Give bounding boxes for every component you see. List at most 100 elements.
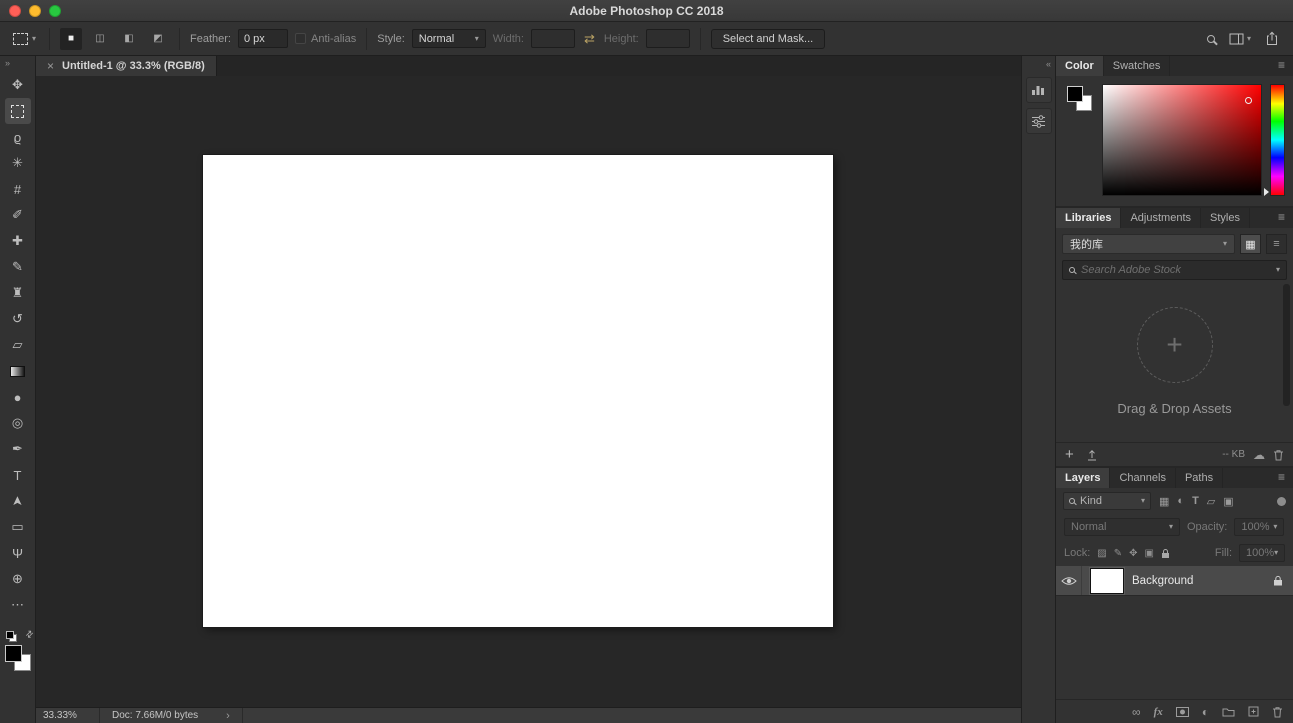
panel-menu-icon[interactable]: ≡ — [1270, 468, 1293, 488]
layer-filtering-toggle[interactable] — [1277, 496, 1286, 506]
filter-smart-objects-icon[interactable]: ▣ — [1223, 495, 1233, 508]
quick-selection-tool[interactable]: ✳ — [5, 150, 31, 176]
path-selection-tool[interactable]: ➤ — [5, 488, 31, 514]
add-layer-mask-icon[interactable] — [1175, 706, 1189, 717]
eyedropper-tool[interactable]: ✐ — [5, 202, 31, 228]
histogram-panel-button[interactable] — [1025, 77, 1052, 103]
layer-effects-icon[interactable]: fx — [1154, 706, 1163, 718]
clone-stamp-tool[interactable]: ♜ — [5, 280, 31, 306]
close-window-button[interactable] — [9, 4, 21, 17]
minimize-window-button[interactable] — [29, 4, 41, 17]
layer-filter-kind-select[interactable]: Kind ▾ — [1063, 492, 1151, 510]
tab-swatches[interactable]: Swatches — [1104, 56, 1171, 76]
filter-shape-layers-icon[interactable]: ▱ — [1207, 495, 1215, 508]
default-colors-icon[interactable] — [5, 631, 17, 642]
tab-styles[interactable]: Styles — [1201, 208, 1250, 228]
edit-toolbar-button[interactable]: ⋯ — [5, 592, 31, 618]
zoom-level-field[interactable] — [36, 708, 100, 723]
grid-view-button[interactable]: ▦ — [1240, 234, 1261, 254]
tab-libraries[interactable]: Libraries — [1056, 208, 1122, 228]
lock-position-icon[interactable]: ✥ — [1129, 548, 1137, 559]
layer-name[interactable]: Background — [1132, 575, 1193, 587]
foreground-color-swatch[interactable] — [4, 645, 22, 662]
close-tab-icon[interactable]: × — [47, 59, 54, 73]
blend-mode-select[interactable]: Normal ▾ — [1064, 518, 1180, 536]
workspace-switcher-button[interactable]: ▾ — [1229, 33, 1251, 45]
rectangular-marquee-tool[interactable] — [4, 98, 31, 124]
zoom-level-input[interactable] — [43, 710, 92, 721]
swap-width-height-icon[interactable]: ⇄ — [582, 31, 597, 47]
hue-slider-marker[interactable] — [1264, 188, 1269, 196]
filter-type-layers-icon[interactable]: T — [1192, 495, 1199, 507]
width-field[interactable] — [530, 29, 575, 48]
move-tool[interactable]: ✥ — [5, 72, 31, 98]
zoom-tool[interactable]: ⊕ — [5, 566, 31, 592]
fill-select[interactable]: 100% ▾ — [1239, 544, 1285, 562]
delete-library-item-icon[interactable] — [1273, 449, 1284, 461]
select-and-mask-button[interactable]: Select and Mask... — [710, 28, 826, 49]
intersect-with-selection-button[interactable]: ◩ — [147, 28, 169, 50]
filter-adjustment-layers-icon[interactable]: ◐ — [1177, 495, 1184, 507]
opacity-select[interactable]: 100% ▾ — [1234, 518, 1285, 536]
layer-thumbnail[interactable] — [1090, 567, 1124, 594]
upload-icon[interactable] — [1086, 449, 1098, 461]
adobe-stock-search-input[interactable] — [1081, 264, 1270, 276]
subtract-from-selection-button[interactable]: ◧ — [118, 28, 140, 50]
new-layer-icon[interactable] — [1248, 706, 1259, 717]
layer-row-background[interactable]: Background — [1056, 566, 1293, 596]
layer-locked-badge[interactable] — [1273, 575, 1283, 586]
drag-drop-dropzone[interactable]: + — [1136, 306, 1213, 383]
crop-tool[interactable]: # — [5, 176, 31, 202]
scrollbar-thumb[interactable] — [1283, 284, 1290, 406]
spot-healing-brush-tool[interactable]: ✚ — [5, 228, 31, 254]
feather-input[interactable] — [243, 32, 282, 45]
new-selection-button[interactable]: ■ — [60, 27, 83, 50]
hue-slider[interactable] — [1264, 84, 1285, 196]
layer-visibility-toggle[interactable] — [1056, 566, 1082, 595]
link-layers-icon[interactable]: ∞ — [1132, 705, 1141, 719]
lock-all-icon[interactable] — [1161, 548, 1170, 559]
gradient-tool[interactable] — [5, 358, 31, 384]
foreground-color-swatch[interactable] — [1067, 86, 1083, 102]
swap-colors-icon[interactable]: ⇄ — [23, 628, 36, 641]
rectangle-tool[interactable]: ▭ — [5, 514, 31, 540]
horizontal-type-tool[interactable]: T — [5, 462, 31, 488]
history-brush-tool[interactable]: ↺ — [5, 306, 31, 332]
tool-preset-picker[interactable]: ▾ — [10, 31, 39, 47]
blur-tool[interactable]: ● — [5, 384, 31, 410]
lock-image-pixels-icon[interactable]: ✎ — [1114, 548, 1122, 559]
adobe-stock-search[interactable]: ▾ — [1062, 260, 1287, 280]
width-input[interactable] — [536, 32, 569, 45]
tab-color[interactable]: Color — [1056, 56, 1104, 76]
feather-field[interactable] — [237, 29, 288, 48]
tab-paths[interactable]: Paths — [1176, 468, 1224, 488]
tab-layers[interactable]: Layers — [1056, 468, 1111, 488]
hand-tool[interactable]: Ψ — [5, 540, 31, 566]
panel-menu-icon[interactable]: ≡ — [1270, 208, 1293, 228]
add-content-button[interactable]: + — [1065, 447, 1074, 462]
saturation-brightness-picker[interactable] — [1102, 84, 1262, 196]
pen-tool[interactable]: ✒ — [5, 436, 31, 462]
collapse-dock-icon[interactable]: « — [1046, 59, 1055, 72]
expand-toolbar-icon[interactable]: » — [0, 58, 10, 72]
document-canvas[interactable] — [203, 155, 833, 627]
lock-transparent-pixels-icon[interactable]: ▨ — [1097, 548, 1106, 559]
properties-panel-button[interactable] — [1025, 108, 1052, 134]
canvas-workspace[interactable] — [36, 76, 1021, 707]
height-input[interactable] — [651, 32, 684, 45]
eraser-tool[interactable]: ▱ — [5, 332, 31, 358]
antialias-checkbox[interactable] — [294, 33, 306, 44]
tab-adjustments[interactable]: Adjustments — [1121, 208, 1201, 228]
share-button[interactable] — [1265, 31, 1279, 46]
status-options-icon[interactable]: › — [226, 710, 230, 722]
zoom-window-button[interactable] — [49, 4, 61, 17]
panel-menu-icon[interactable]: ≡ — [1270, 56, 1293, 76]
lasso-tool[interactable]: ϱ — [5, 124, 31, 150]
lock-artboards-icon[interactable]: ▣ — [1145, 548, 1154, 559]
library-select[interactable]: 我的库 ▾ — [1062, 234, 1235, 254]
dodge-tool[interactable]: ◎ — [5, 410, 31, 436]
color-picker-cursor[interactable] — [1245, 97, 1252, 104]
style-select[interactable]: Normal ▾ — [411, 29, 486, 48]
search-button[interactable] — [1206, 34, 1215, 43]
height-field[interactable] — [645, 29, 690, 48]
